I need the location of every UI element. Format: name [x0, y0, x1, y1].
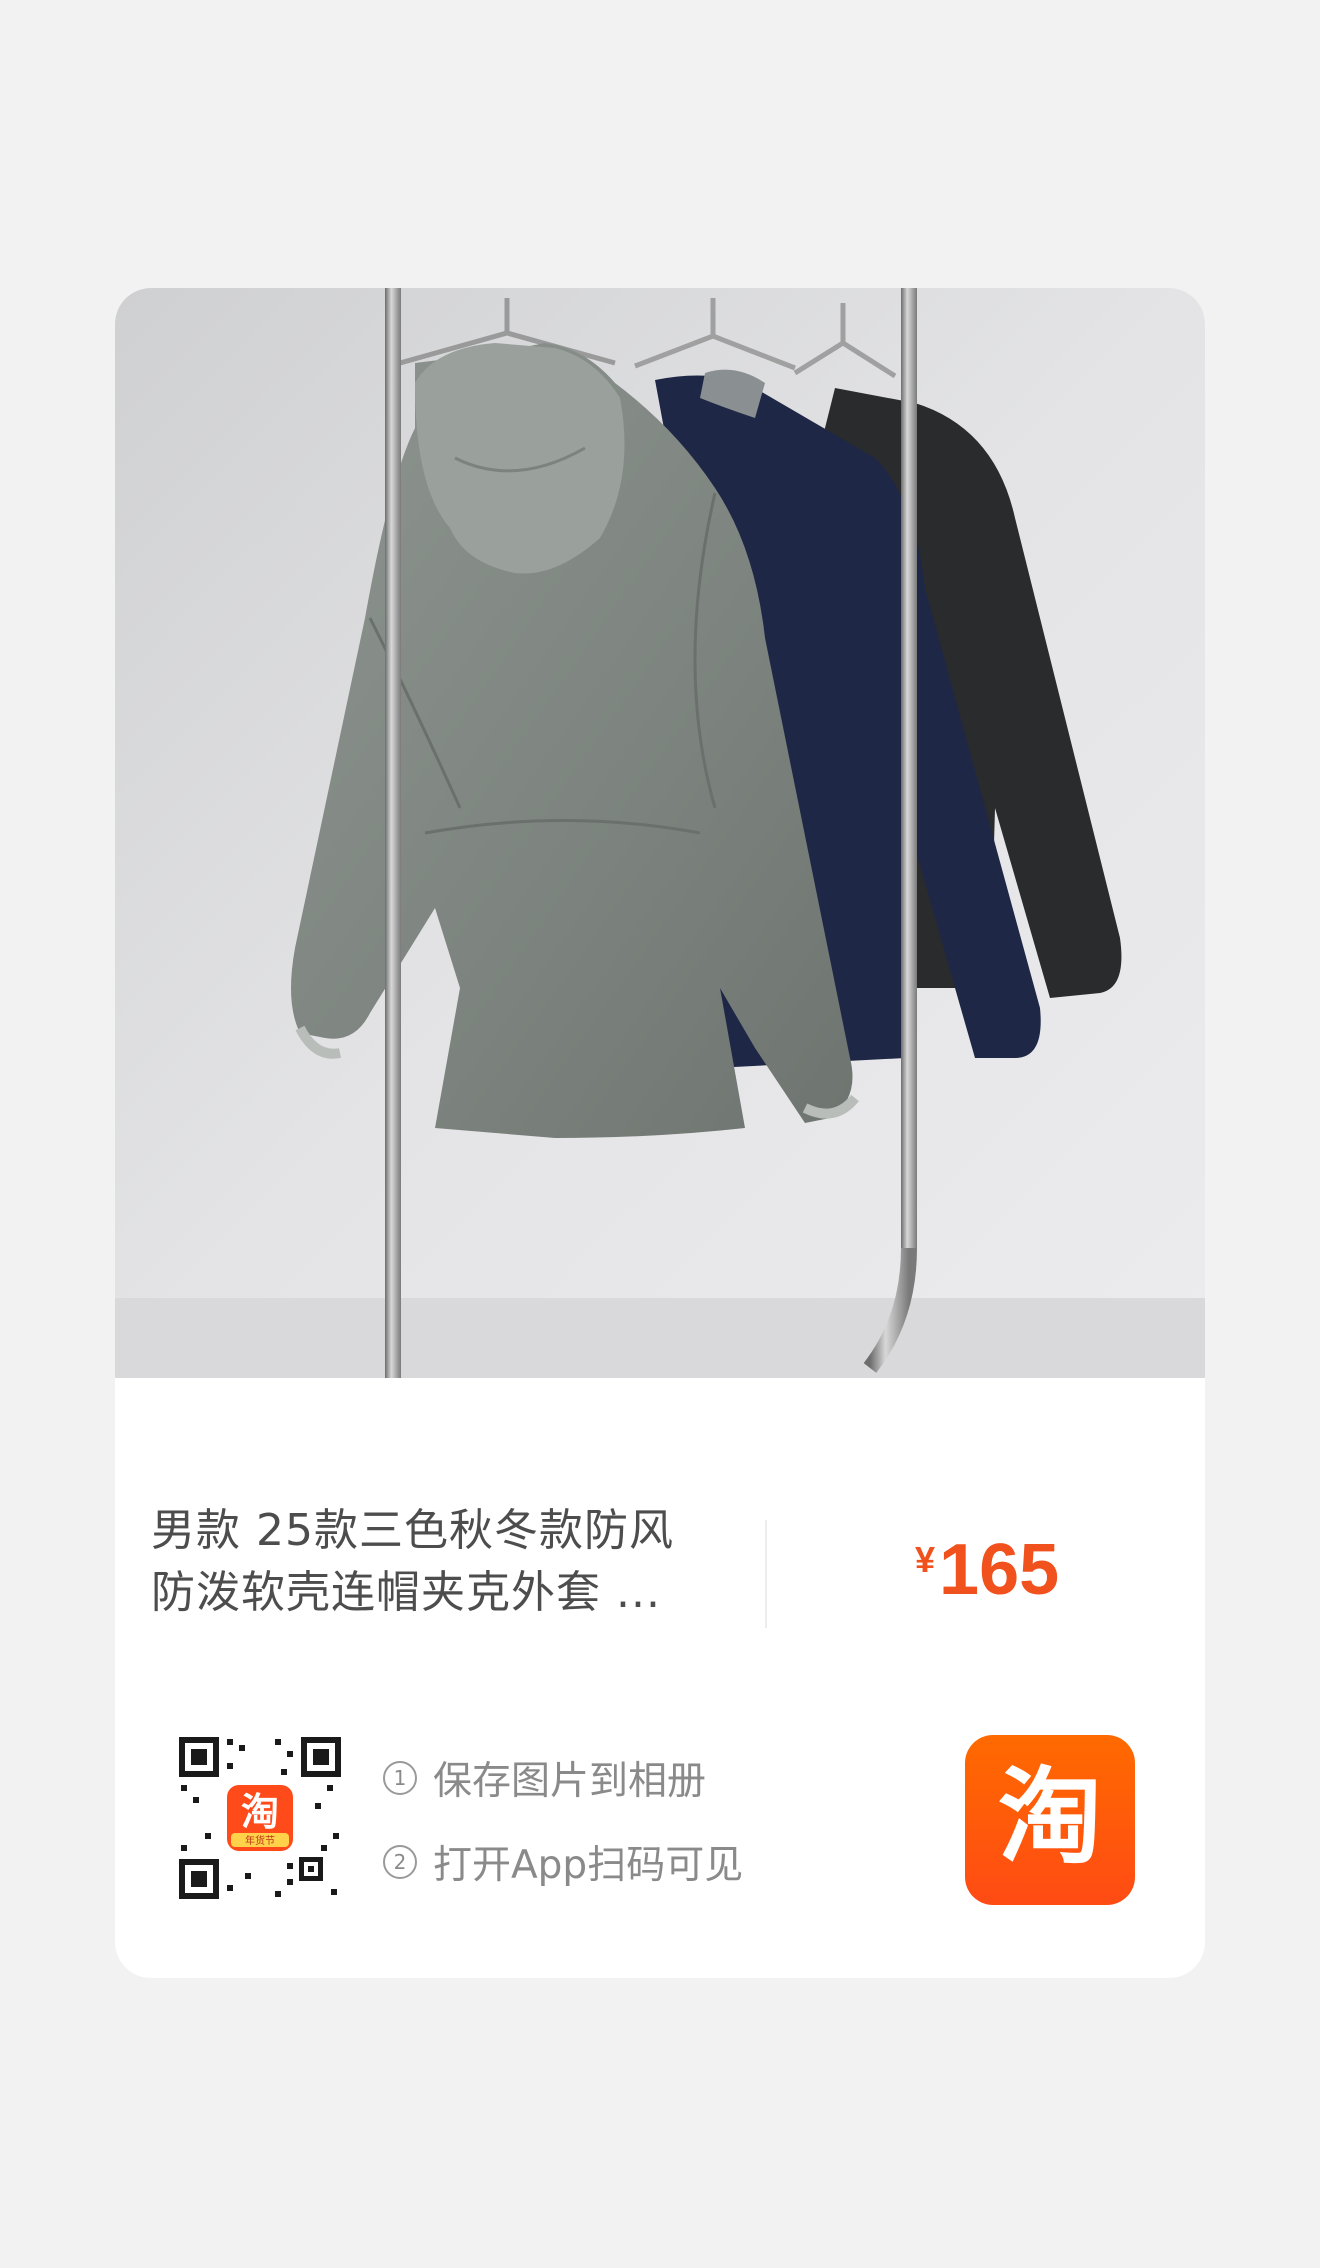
taobao-glyph: 淘: [998, 1756, 1102, 1878]
vertical-divider: [765, 1520, 767, 1628]
step-open-app: 2 打开App扫码可见: [383, 1837, 744, 1888]
product-price: ¥165: [915, 1534, 1059, 1606]
qr-badge-sub: 年货节: [245, 1834, 275, 1847]
currency-symbol: ¥: [915, 1539, 936, 1580]
step-save-image: 1 保存图片到相册: [383, 1753, 743, 1804]
taobao-icon[interactable]: 淘: [965, 1735, 1135, 1905]
step-label: 打开App扫码可见: [433, 1843, 744, 1888]
scan-instructions: 1 保存图片到相册 2 打开App扫码可见: [383, 1753, 743, 1921]
step-label: 保存图片到相册: [433, 1759, 707, 1804]
product-share-card: 男款 25款三色秋冬款防风 防泼软壳连帽夹克外套 ... ¥165 淘 年货节 …: [115, 288, 1205, 1978]
qr-badge-glyph: 淘: [241, 1790, 279, 1834]
price-amount: 165: [939, 1530, 1060, 1610]
qr-code[interactable]: 淘 年货节: [175, 1733, 345, 1903]
product-title: 男款 25款三色秋冬款防风 防泼软壳连帽夹克外套 ...: [151, 1505, 674, 1618]
product-image[interactable]: [115, 288, 1205, 1378]
share-poster-page: 男款 25款三色秋冬款防风 防泼软壳连帽夹克外套 ... ¥165 淘 年货节 …: [0, 0, 1320, 2268]
step-number-1: 1: [383, 1761, 417, 1795]
step-number-2: 2: [383, 1845, 417, 1879]
